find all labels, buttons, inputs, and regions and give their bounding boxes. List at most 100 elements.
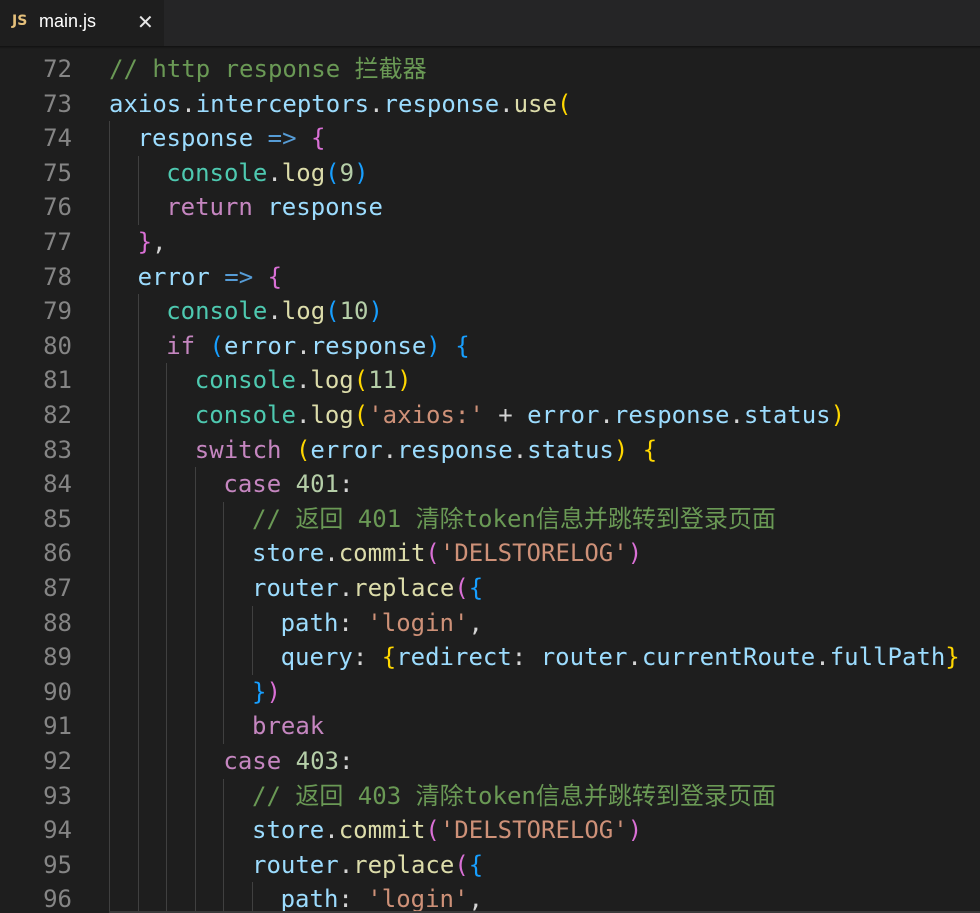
indent-guide: [109, 259, 110, 295]
indent-guide: [166, 605, 168, 641]
code-line[interactable]: 75 console.log(9): [0, 156, 980, 191]
indent-guide: [109, 536, 110, 571]
code-line[interactable]: 72 // http response 拦截器: [0, 52, 980, 87]
code-token: :: [338, 885, 368, 913]
indent-guide: [166, 536, 168, 571]
line-number: 85: [43, 504, 72, 533]
code-line[interactable]: 81 console.log(11): [0, 363, 980, 398]
line-number: 80: [43, 331, 72, 360]
code-line[interactable]: 87 router.replace({: [0, 571, 980, 606]
code-token: ): [830, 401, 846, 429]
code-token: // 返回 403 清除token信息并跳转到登录页面: [252, 781, 776, 810]
code-line[interactable]: 80 if (error.response) {: [0, 329, 980, 364]
code-token: {: [468, 850, 484, 879]
indent-guide: [109, 813, 110, 848]
code-token: redirect: [396, 643, 512, 672]
indent-guide: [223, 536, 225, 571]
code-token: .: [267, 158, 282, 187]
indent-guide: [109, 640, 110, 675]
code-text: if (error.response) {: [166, 329, 469, 364]
code-line[interactable]: 83 switch (error.response.status) {: [0, 433, 980, 468]
code-token: response: [397, 435, 513, 464]
code-line[interactable]: 89 query: {redirect: router.currentRoute.…: [0, 640, 980, 675]
indent-guide: [194, 605, 196, 641]
indent-guide: [137, 813, 139, 848]
code-token: router: [252, 574, 339, 602]
line-number: 82: [43, 401, 72, 429]
code-line[interactable]: 91 break: [0, 709, 980, 744]
indent-guide: [109, 605, 110, 641]
line-number: 79: [43, 297, 72, 326]
code-text: store.commit('DELSTORELOG'): [252, 813, 642, 848]
code-token: console: [194, 401, 296, 429]
code-line[interactable]: 94 store.commit('DELSTORELOG'): [0, 813, 980, 848]
code-token: // http response 拦截器: [109, 55, 427, 83]
indent-guide: [166, 847, 168, 883]
indent-guide: [109, 225, 110, 260]
indent-guide: [194, 744, 196, 779]
indent-guide: [166, 674, 168, 710]
code-token: .: [295, 401, 311, 429]
code-line[interactable]: 93 // 返回 403 清除token信息并跳转到登录页面: [0, 779, 980, 814]
line-number: 72: [43, 55, 72, 83]
indent-guide: [109, 501, 110, 537]
code-line[interactable]: 95 router.replace({: [0, 848, 980, 883]
code-token: (: [353, 366, 369, 395]
code-token: :: [352, 643, 382, 672]
code-token: 9: [339, 158, 355, 187]
code-line[interactable]: 96 path: 'login',: [0, 882, 980, 913]
code-line[interactable]: 84 case 401:: [0, 467, 980, 502]
indent-guide: [194, 709, 196, 744]
code-line[interactable]: 76 return response: [0, 190, 980, 225]
code-token: .: [324, 816, 339, 845]
code-line[interactable]: 85 // 返回 401 清除token信息并跳转到登录页面: [0, 502, 980, 537]
code-token: replace: [353, 574, 455, 602]
code-text: }): [252, 675, 281, 710]
indent-guide: [109, 155, 110, 191]
code-token: log: [281, 297, 326, 326]
line-number: 84: [43, 470, 72, 499]
code-token: if: [166, 331, 196, 360]
indent-guide: [109, 121, 110, 156]
code-token: fullPath: [829, 643, 946, 672]
close-icon[interactable]: ✕: [137, 9, 154, 35]
code-text: case 401:: [223, 467, 353, 502]
code-token: ): [354, 158, 369, 187]
code-line[interactable]: 88 path: 'login',: [0, 606, 980, 641]
code-editor[interactable]: 72 // http response 拦截器 73 axios.intercepto…: [0, 52, 980, 913]
code-line[interactable]: 73 axios.interceptors.response.use(: [0, 87, 980, 122]
indent-guide: [166, 744, 168, 779]
indent-guide: [166, 363, 168, 398]
code-token: interceptors: [195, 89, 370, 118]
code-line[interactable]: 79 console.log(10): [0, 294, 980, 329]
code-text: error => {: [138, 260, 283, 295]
code-text: break: [252, 709, 324, 744]
code-line[interactable]: 90}): [0, 675, 980, 710]
code-token: commit: [338, 816, 426, 845]
code-line[interactable]: 78 error => {: [0, 260, 980, 295]
code-token: {: [267, 262, 283, 291]
indent-guide: [109, 363, 110, 398]
tab-main-js[interactable]: JS main.js ✕: [0, 0, 164, 46]
javascript-file-icon: JS: [12, 13, 28, 29]
code-token: status: [527, 435, 614, 464]
indent-guide: [137, 536, 139, 571]
indent-guide: [109, 744, 110, 779]
code-line[interactable]: 74 response => {: [0, 121, 980, 156]
code-line[interactable]: 82 console.log('axios:' + error.response.…: [0, 398, 980, 433]
code-token: path: [280, 608, 339, 637]
indent-guide: [166, 778, 168, 814]
code-line[interactable]: 77},: [0, 225, 980, 260]
code-token: {: [311, 124, 326, 153]
code-token: .: [181, 89, 196, 118]
code-token: }: [945, 643, 960, 672]
indent-guide: [109, 674, 110, 710]
code-token: 'DELSTORELOG': [439, 816, 628, 845]
code-token: ): [627, 816, 643, 845]
code-line[interactable]: 92 case 403:: [0, 744, 980, 779]
code-line[interactable]: 86 store.commit('DELSTORELOG'): [0, 536, 980, 571]
indent-guide: [137, 778, 139, 814]
indent-guide: [223, 778, 225, 814]
code-text: path: 'login',: [281, 882, 483, 913]
